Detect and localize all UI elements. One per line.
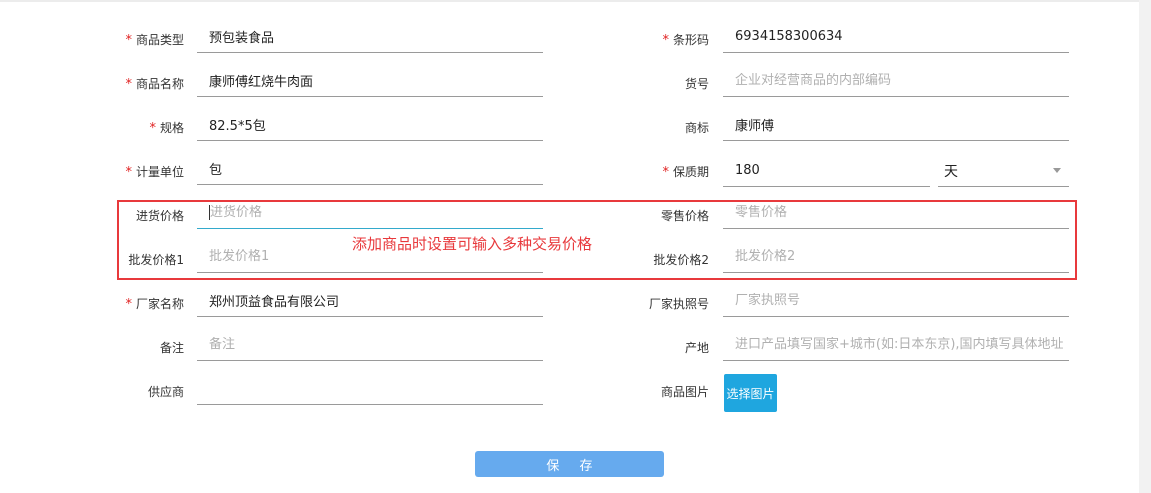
required-mark: * <box>125 165 132 180</box>
label-origin: 产地 <box>684 341 709 355</box>
product-name-field[interactable] <box>197 65 543 97</box>
annotation-highlight-box <box>117 200 1077 280</box>
supplier-field[interactable] <box>197 373 543 405</box>
scrollbar-track[interactable] <box>1139 0 1151 493</box>
label-shelf-life: * 保质期 <box>662 165 709 180</box>
chevron-down-icon <box>1053 168 1061 173</box>
label-brand: 商标 <box>684 121 709 135</box>
label-supplier: 供应商 <box>147 385 184 399</box>
manufacturer-input[interactable] <box>197 293 543 308</box>
save-button[interactable]: 保 存 <box>475 451 664 477</box>
spec-input[interactable] <box>197 117 543 132</box>
spec-field[interactable] <box>197 109 543 141</box>
manufacturer-license-input[interactable] <box>723 293 1069 308</box>
label-manufacturer-license: 厂家执照号 <box>648 297 709 311</box>
choose-image-button[interactable]: 选择图片 <box>724 374 777 412</box>
product-name-input[interactable] <box>197 73 543 88</box>
brand-input[interactable] <box>723 117 1069 132</box>
brand-field[interactable] <box>723 109 1069 141</box>
supplier-input[interactable] <box>197 381 543 396</box>
remark-input[interactable] <box>197 337 543 352</box>
origin-input[interactable] <box>723 337 1069 352</box>
label-manufacturer: * 厂家名称 <box>125 297 184 312</box>
barcode-field[interactable] <box>723 21 1069 53</box>
required-mark: * <box>125 33 132 48</box>
product-type-field[interactable] <box>197 21 543 53</box>
window-top-border <box>0 0 1151 2</box>
label-remark: 备注 <box>159 341 184 355</box>
label-spec: * 规格 <box>149 121 184 136</box>
remark-field[interactable] <box>197 329 543 361</box>
annotation-text: 添加商品时设置可输入多种交易价格 <box>352 235 593 253</box>
required-mark: * <box>149 121 156 136</box>
required-mark: * <box>662 165 669 180</box>
shelf-life-field[interactable] <box>723 155 930 187</box>
item-number-input[interactable] <box>723 73 1069 88</box>
required-mark: * <box>125 297 132 312</box>
manufacturer-field[interactable] <box>197 285 543 317</box>
barcode-input[interactable] <box>723 29 1069 44</box>
label-product-image: 商品图片 <box>660 385 709 399</box>
label-product-type: * 商品类型 <box>125 33 184 48</box>
item-number-field[interactable] <box>723 65 1069 97</box>
shelf-life-unit-select[interactable]: 天 <box>938 155 1069 187</box>
label-unit: * 计量单位 <box>125 165 184 180</box>
label-item-number: 货号 <box>684 77 709 91</box>
manufacturer-license-field[interactable] <box>723 285 1069 317</box>
shelf-life-unit-value: 天 <box>944 163 958 180</box>
label-product-name: * 商品名称 <box>125 77 184 92</box>
product-type-input[interactable] <box>197 29 543 44</box>
required-mark: * <box>662 33 669 48</box>
origin-field[interactable] <box>723 329 1069 361</box>
unit-field[interactable] <box>197 153 543 185</box>
unit-input[interactable] <box>197 161 543 176</box>
required-mark: * <box>125 77 132 92</box>
label-barcode: * 条形码 <box>662 33 709 48</box>
shelf-life-input[interactable] <box>723 163 930 178</box>
